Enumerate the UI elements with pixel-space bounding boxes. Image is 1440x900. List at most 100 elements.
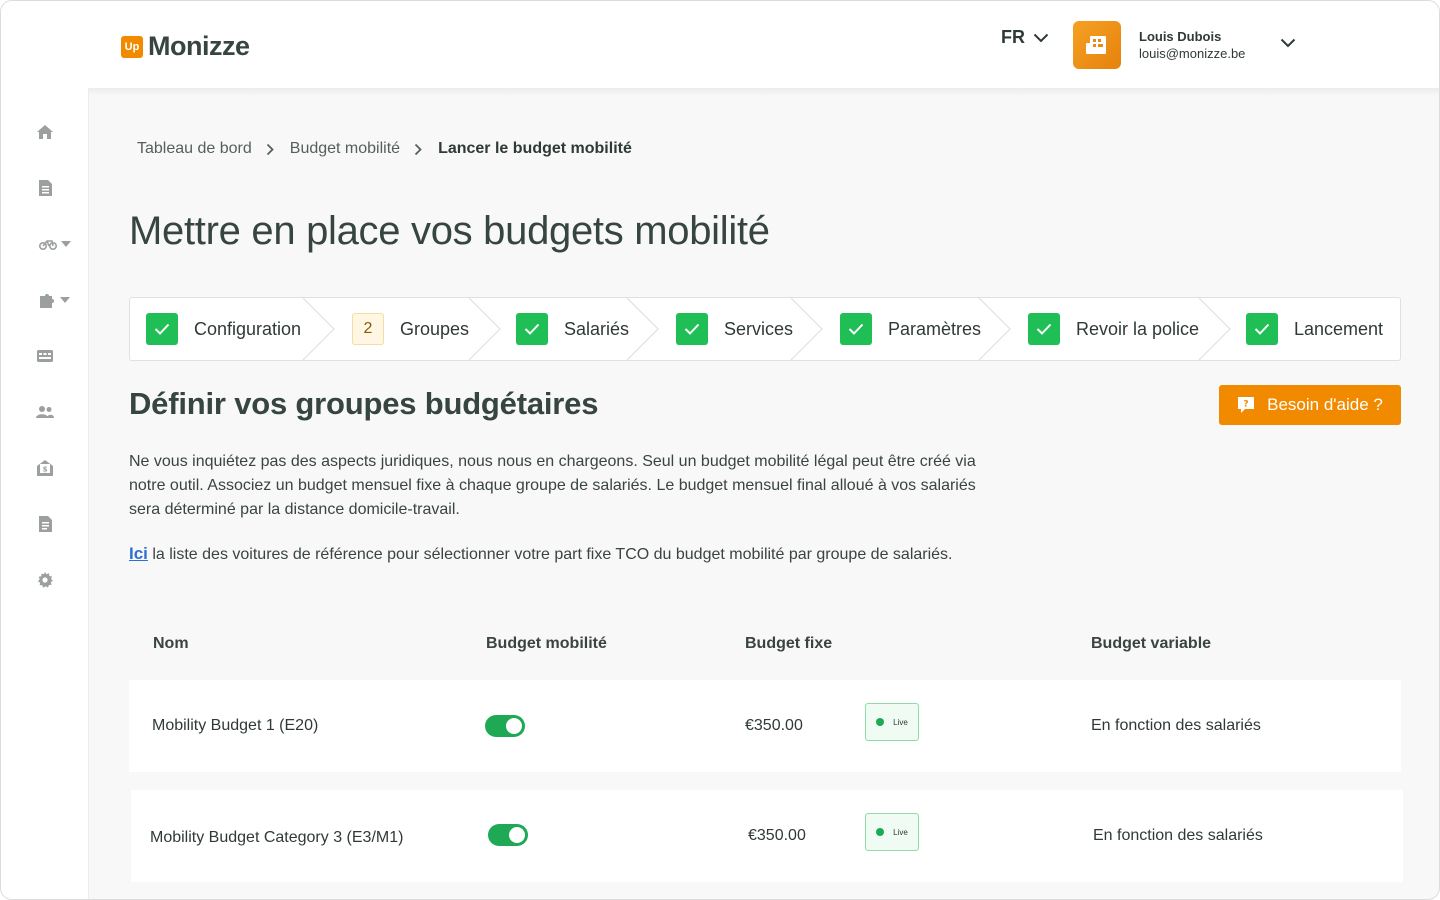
sidebar-item-home[interactable] (25, 117, 65, 147)
step-parametres[interactable]: Paramètres (840, 298, 981, 360)
step-label: Services (724, 318, 794, 339)
chevron-down-icon (1033, 33, 1049, 42)
home-icon (37, 125, 53, 139)
svg-text:$: $ (43, 466, 48, 474)
step-label: Lancement (1294, 318, 1384, 339)
step-label: Configuration (194, 318, 302, 339)
company-avatar[interactable] (1073, 21, 1121, 69)
group-name: Mobility Budget Category 3 (E3/M1) (150, 829, 404, 846)
chevron-right-icon (266, 143, 274, 156)
step-services[interactable]: Services (676, 298, 793, 360)
breadcrumb: Tableau de bord Budget mobilité Lancer l… (137, 140, 632, 158)
language-label: FR (1001, 27, 1025, 47)
sidebar-item-cards[interactable] (25, 341, 65, 371)
step-revoir-police[interactable]: Revoir la police (1028, 298, 1199, 360)
report-icon (38, 516, 52, 532)
step-label: Paramètres (888, 318, 982, 339)
mobility-budget-toggle[interactable] (488, 824, 528, 846)
check-icon (1246, 313, 1278, 345)
column-header-variable-budget: Budget variable (1091, 635, 1212, 652)
caret-down-icon (61, 241, 71, 247)
reference-cars-paragraph: Ici la liste des voitures de référence p… (129, 542, 1129, 567)
status-dot-icon (876, 718, 885, 726)
reference-cars-text: la liste des voitures de référence pour … (147, 546, 953, 563)
help-chat-icon: ? (1238, 397, 1255, 413)
user-menu-chevron-icon[interactable] (1280, 38, 1296, 48)
toggle-knob (506, 718, 522, 734)
step-lancement[interactable]: Lancement (1246, 298, 1383, 360)
step-label: Revoir la police (1076, 318, 1200, 339)
check-icon (1028, 313, 1060, 345)
bike-icon (39, 240, 57, 250)
fixed-budget-value: €350.00 (745, 717, 803, 734)
logo-text: Monizze (148, 31, 250, 61)
sidebar-item-mobility[interactable] (35, 229, 75, 259)
live-status-badge: Live (865, 813, 919, 851)
live-status-label: Live (893, 827, 908, 837)
step-divider (468, 298, 501, 360)
step-number-badge: 2 (352, 313, 384, 345)
progress-stepper: Configuration 2 Groupes Salariés Service… (129, 297, 1401, 361)
mobility-budget-toggle[interactable] (485, 715, 525, 737)
card-icon (37, 350, 53, 362)
step-configuration[interactable]: Configuration (146, 298, 301, 360)
fixed-budget-value: €350.00 (748, 827, 806, 844)
check-icon (516, 313, 548, 345)
users-icon (36, 406, 54, 418)
sidebar-item-extensions[interactable] (35, 285, 75, 315)
column-header-mobility-budget: Budget mobilité (486, 635, 607, 652)
header-shadow (89, 88, 1439, 96)
page-title: Mettre en place vos budgets mobilité (129, 209, 770, 253)
sidebar-item-employees[interactable] (25, 397, 65, 427)
step-label: Groupes (400, 318, 470, 339)
document-icon (38, 180, 52, 196)
step-divider (302, 298, 335, 360)
step-groupes[interactable]: 2 Groupes (352, 298, 469, 360)
step-divider (978, 298, 1011, 360)
breadcrumb-item-mobility-budget[interactable]: Budget mobilité (290, 140, 400, 158)
top-header: Up Monizze FR Louis Dubois louis@monizze… (1, 1, 1439, 88)
step-divider (626, 298, 659, 360)
chevron-right-icon (414, 143, 422, 156)
step-salaries[interactable]: Salariés (516, 298, 629, 360)
sidebar-item-settings[interactable] (25, 565, 65, 595)
group-name: Mobility Budget 1 (E20) (152, 717, 319, 734)
table-row[interactable]: Mobility Budget 1 (E20) €350.00 Live En … (129, 680, 1401, 772)
app-window: Up Monizze FR Louis Dubois louis@monizze… (0, 0, 1440, 900)
breadcrumb-item-current: Lancer le budget mobilité (438, 140, 632, 157)
help-button-label: Besoin d'aide ? (1267, 395, 1383, 414)
sidebar: $ (1, 88, 89, 899)
section-title: Définir vos groupes budgétaires (129, 386, 599, 421)
building-icon (1086, 36, 1106, 54)
live-status-badge: Live (865, 703, 919, 741)
breadcrumb-item-dashboard[interactable]: Tableau de bord (137, 140, 252, 158)
svg-text:?: ? (1244, 400, 1249, 410)
puzzle-icon (40, 294, 54, 308)
sidebar-item-payments[interactable]: $ (25, 453, 65, 483)
sidebar-item-documents[interactable] (25, 173, 65, 203)
help-button[interactable]: ? Besoin d'aide ? (1219, 385, 1401, 425)
language-selector[interactable]: FR (1001, 27, 1049, 48)
reference-cars-link[interactable]: Ici (129, 544, 148, 563)
variable-budget-value: En fonction des salariés (1093, 827, 1263, 844)
money-envelope-icon: $ (37, 460, 53, 476)
column-header-fixed-budget: Budget fixe (745, 635, 833, 652)
logo-badge: Up (121, 35, 143, 58)
step-divider (1198, 298, 1231, 360)
step-label: Salariés (564, 318, 630, 339)
check-icon (840, 313, 872, 345)
column-header-name: Nom (153, 635, 189, 652)
check-icon (146, 313, 178, 345)
step-divider (790, 298, 823, 360)
monizze-logo[interactable]: Up Monizze (121, 31, 250, 62)
settings-icon (37, 572, 53, 588)
check-icon (676, 313, 708, 345)
caret-down-icon (60, 297, 70, 303)
table-row[interactable]: Mobility Budget Category 3 (E3/M1) €350.… (131, 790, 1403, 882)
intro-paragraph: Ne vous inquiétez pas des aspects juridi… (129, 453, 976, 518)
live-status-label: Live (893, 717, 908, 727)
toggle-knob (509, 827, 525, 843)
user-name: Louis Dubois (1139, 29, 1222, 44)
sidebar-item-reports[interactable] (25, 509, 65, 539)
user-email: louis@monizze.be (1139, 46, 1246, 61)
